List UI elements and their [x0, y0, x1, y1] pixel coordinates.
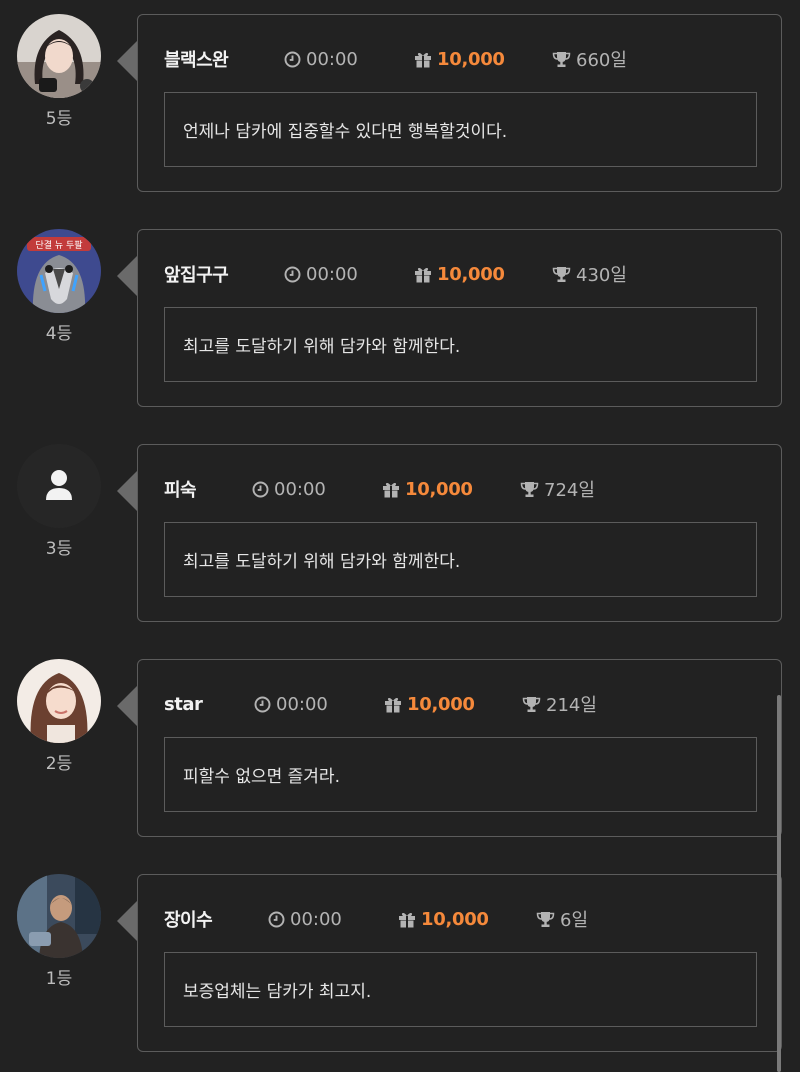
amount-info: 10,000 [414, 49, 552, 70]
amount-info: 10,000 [384, 694, 522, 715]
message-text: 피할수 없으면 즐겨라. [183, 767, 340, 787]
user-avatar[interactable] [17, 874, 101, 958]
ranking-entry: 2등 star 00:00 10,000 214일 피할수 없으면 즐겨라. [0, 645, 800, 837]
ranking-list: 5등 블랙스완 00:00 10,000 660일 언제나 담카에 집중할수 있… [0, 0, 800, 1072]
comment-card: 블랙스완 00:00 10,000 660일 언제나 담카에 집중할수 있다면 … [137, 14, 782, 192]
user-avatar[interactable] [17, 659, 101, 743]
gift-icon [415, 267, 431, 283]
message-text: 보증업체는 담카가 최고지. [183, 982, 372, 1002]
message-text: 최고를 도달하기 위해 담카와 함께한다. [183, 552, 461, 572]
message-box: 언제나 담카에 집중할수 있다면 행복할것이다. [164, 92, 757, 167]
trophy-icon [552, 51, 571, 67]
time-value: 00:00 [306, 263, 358, 285]
username[interactable]: star [164, 694, 254, 715]
clock-icon [268, 911, 285, 927]
comment-card: 피숙 00:00 10,000 724일 최고를 도달하기 위해 담카와 함께한… [137, 444, 782, 622]
time-info: 00:00 [254, 694, 384, 715]
amount-value: 10,000 [407, 693, 475, 715]
time-value: 00:00 [276, 693, 328, 715]
days-info: 430일 [552, 261, 627, 287]
avatar-pigeon-cartoon-icon: 단결 뉴 두팔 [17, 229, 101, 313]
days-value: 724일 [544, 480, 595, 501]
time-info: 00:00 [284, 49, 414, 70]
trophy-icon [520, 481, 539, 497]
card-meta: 블랙스완 00:00 10,000 660일 [164, 46, 627, 72]
time-info: 00:00 [284, 264, 414, 285]
rank-label: 5등 [45, 109, 73, 129]
clock-icon [284, 51, 301, 67]
amount-value: 10,000 [421, 908, 489, 930]
clock-icon [252, 481, 269, 497]
user-avatar[interactable] [17, 14, 101, 98]
days-info: 6일 [536, 906, 588, 932]
svg-text:단결 뉴 두팔: 단결 뉴 두팔 [35, 239, 82, 251]
scrollbar[interactable] [777, 695, 781, 1072]
user-avatar[interactable]: 단결 뉴 두팔 [17, 229, 101, 313]
clock-icon [254, 696, 271, 712]
card-pointer [117, 901, 137, 941]
days-info: 724일 [520, 476, 595, 502]
ranking-entry: 5등 블랙스완 00:00 10,000 660일 언제나 담카에 집중할수 있… [0, 0, 800, 192]
message-box: 최고를 도달하기 위해 담카와 함께한다. [164, 522, 757, 597]
days-info: 214일 [522, 691, 597, 717]
comment-card: 장이수 00:00 10,000 6일 보증업체는 담카가 최고지. [137, 874, 782, 1052]
amount-value: 10,000 [437, 48, 505, 70]
gift-icon [399, 912, 415, 928]
trophy-icon [536, 911, 555, 927]
time-value: 00:00 [306, 48, 358, 70]
message-text: 언제나 담카에 집중할수 있다면 행복할것이다. [183, 122, 508, 142]
username[interactable]: 장이수 [164, 906, 268, 932]
days-value: 6일 [560, 910, 589, 931]
rank-label: 2등 [45, 754, 73, 774]
rank-label: 3등 [45, 539, 73, 559]
days-value: 430일 [576, 265, 627, 286]
message-box: 보증업체는 담카가 최고지. [164, 952, 757, 1027]
card-pointer [117, 471, 137, 511]
gift-icon [385, 697, 401, 713]
username[interactable]: 블랙스완 [164, 46, 284, 72]
card-meta: 앞집구구 00:00 10,000 430일 [164, 261, 627, 287]
card-meta: 장이수 00:00 10,000 6일 [164, 906, 588, 932]
amount-info: 10,000 [414, 264, 552, 285]
time-info: 00:00 [268, 909, 398, 930]
username[interactable]: 피숙 [164, 476, 252, 502]
message-box: 피할수 없으면 즐겨라. [164, 737, 757, 812]
avatar-photo-man-scene-icon [17, 874, 101, 958]
amount-value: 10,000 [405, 478, 473, 500]
ranking-entry: 1등 장이수 00:00 10,000 6일 보증업체는 담카가 최고지. [0, 860, 800, 1052]
card-pointer [117, 256, 137, 296]
card-pointer [117, 686, 137, 726]
gift-icon [383, 482, 399, 498]
avatar-photo-woman-light-icon [17, 659, 101, 743]
days-info: 660일 [552, 46, 627, 72]
trophy-icon [552, 266, 571, 282]
clock-icon [284, 266, 301, 282]
user-avatar[interactable] [17, 444, 101, 528]
card-pointer [117, 41, 137, 81]
ranking-entry: 단결 뉴 두팔 4등 앞집구구 00:00 10,000 430일 최고를 도달… [0, 215, 800, 407]
card-meta: 피숙 00:00 10,000 724일 [164, 476, 595, 502]
days-value: 660일 [576, 50, 627, 71]
card-meta: star 00:00 10,000 214일 [164, 691, 597, 717]
message-text: 최고를 도달하기 위해 담카와 함께한다. [183, 337, 461, 357]
time-value: 00:00 [290, 908, 342, 930]
amount-value: 10,000 [437, 263, 505, 285]
gift-icon [415, 52, 431, 68]
username[interactable]: 앞집구구 [164, 261, 284, 287]
rank-label: 1등 [45, 969, 73, 989]
amount-info: 10,000 [398, 909, 536, 930]
avatar-photo-woman-dark-hair-icon [17, 14, 101, 98]
comment-card: 앞집구구 00:00 10,000 430일 최고를 도달하기 위해 담카와 함… [137, 229, 782, 407]
ranking-entry: 3등 피숙 00:00 10,000 724일 최고를 도달하기 위해 담카와 … [0, 430, 800, 622]
trophy-icon [522, 696, 541, 712]
time-value: 00:00 [274, 478, 326, 500]
days-value: 214일 [546, 695, 597, 716]
comment-card: star 00:00 10,000 214일 피할수 없으면 즐겨라. [137, 659, 782, 837]
message-box: 최고를 도달하기 위해 담카와 함께한다. [164, 307, 757, 382]
user-silhouette-icon [17, 444, 101, 528]
rank-label: 4등 [45, 324, 73, 344]
time-info: 00:00 [252, 479, 382, 500]
amount-info: 10,000 [382, 479, 520, 500]
